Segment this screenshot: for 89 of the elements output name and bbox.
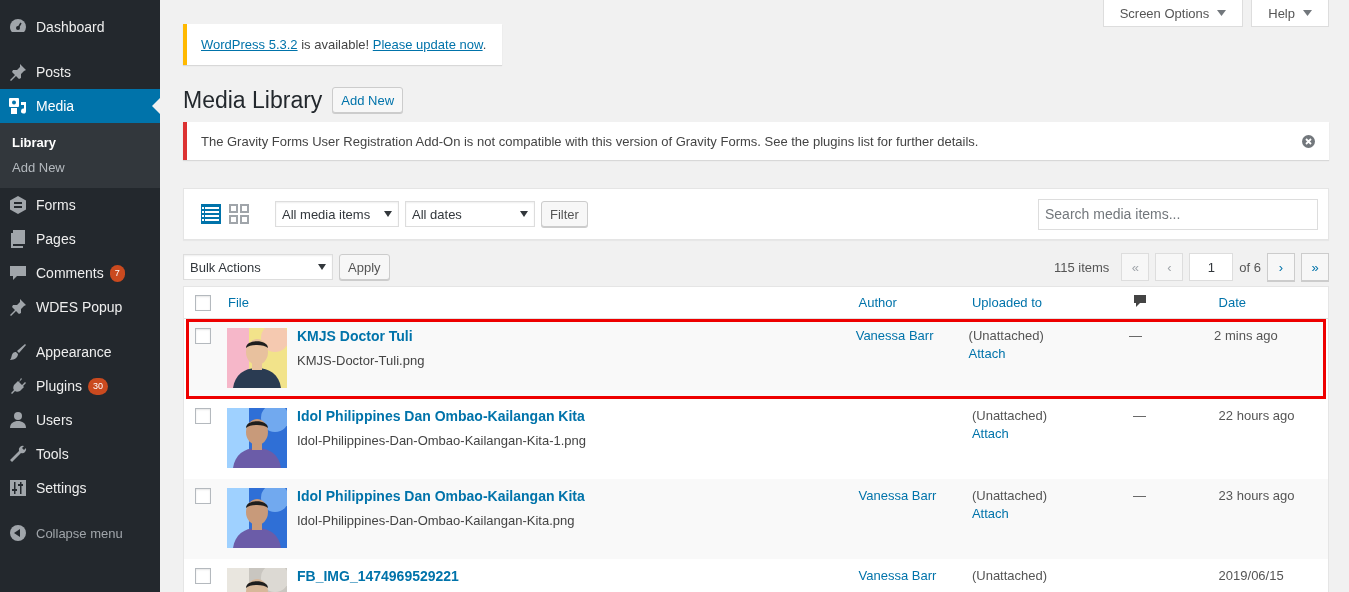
attach-link[interactable]: Attach <box>968 346 1129 361</box>
sidebar-item[interactable]: Tools <box>0 437 160 471</box>
media-title-link[interactable]: KMJS Doctor Tuli <box>297 328 425 344</box>
collapse-menu[interactable]: Collapse menu <box>0 516 160 550</box>
pushpin-icon <box>8 297 28 317</box>
grid-view-icon[interactable] <box>229 204 249 224</box>
comment-count: — <box>1133 488 1147 503</box>
page-total: of 6 <box>1239 259 1261 275</box>
sidebar-item[interactable]: Users <box>0 403 160 437</box>
attach-link[interactable]: Attach <box>971 426 1134 441</box>
page-title: Media Library <box>183 86 323 114</box>
sidebar-item[interactable]: Settings <box>0 471 160 505</box>
sliders-icon <box>8 478 28 498</box>
comment-count: — <box>1133 408 1147 423</box>
notice-text: The Gravity Forms User Registration Add-On is not compatible with this version of Gravity Forms. See the plugins list for further details. <box>201 133 979 149</box>
upload-date: 2019/06/15 <box>1218 568 1284 583</box>
submenu-item[interactable]: Library <box>0 130 160 155</box>
caret-icon <box>1303 10 1312 16</box>
item-count: 115 items <box>1053 259 1110 275</box>
checkbox[interactable] <box>195 294 211 311</box>
collapse-icon <box>8 523 28 543</box>
caret-icon <box>520 211 528 217</box>
author-link[interactable]: Vanessa Barr <box>858 488 937 503</box>
comment-icon <box>1133 294 1148 308</box>
search-field[interactable]: Search media items... <box>1038 198 1318 230</box>
column-header[interactable]: File <box>228 295 249 310</box>
apply-button[interactable]: Apply <box>339 254 390 280</box>
media-title-link[interactable]: Idol Philippines Dan Ombao-Kailangan Kita <box>297 488 585 504</box>
sidebar-item[interactable]: Pages <box>0 222 160 256</box>
column-header[interactable]: Date <box>1218 295 1247 310</box>
author-link[interactable]: Vanessa Barr <box>858 568 937 583</box>
person-icon <box>8 410 28 430</box>
speech-bubble-icon <box>8 263 28 283</box>
sidebar-item[interactable]: Forms <box>0 188 160 222</box>
upload-date: 2 mins ago <box>1214 328 1278 343</box>
column-header[interactable]: Uploaded to <box>971 295 1043 310</box>
page-number-field[interactable]: 1 <box>1189 253 1234 281</box>
sidebar-item[interactable]: Media <box>0 89 160 123</box>
filter-button[interactable]: Filter <box>541 201 588 227</box>
pushpin-icon <box>8 62 28 82</box>
attach-link[interactable]: Attach <box>971 506 1134 521</box>
sidebar-item[interactable]: Posts <box>0 55 160 89</box>
wrench-icon <box>8 444 28 464</box>
screen-meta-tab[interactable]: Screen Options <box>1102 0 1244 27</box>
filter-dropdown[interactable]: All dates <box>405 201 535 227</box>
attachment-status: (Unattached) <box>971 568 1049 583</box>
attachment-status: (Unattached) <box>971 488 1049 503</box>
file-name: Idol-Philippines-Dan-Ombao-Kailangan-Kita-1.png <box>297 433 587 448</box>
add-new-button[interactable]: Add New <box>332 87 404 113</box>
notice-text: WordPress 5.3.2 is available! Please update now. <box>201 37 487 52</box>
sidebar-item[interactable]: Comments 7 <box>0 256 160 290</box>
author-link[interactable]: Vanessa Barr <box>855 328 934 343</box>
list-view-icon[interactable] <box>201 204 221 224</box>
count-badge: 30 <box>87 377 108 395</box>
checkbox[interactable] <box>195 408 211 424</box>
media-icon <box>8 96 28 116</box>
caret-icon <box>318 264 326 270</box>
sidebar-item[interactable]: Appearance <box>0 335 160 369</box>
caret-icon <box>1217 10 1227 16</box>
upload-date: 23 hours ago <box>1218 488 1295 503</box>
close-icon <box>1302 134 1315 148</box>
upload-date: 22 hours ago <box>1218 408 1295 423</box>
version-link[interactable]: WordPress 5.3.2 <box>201 37 298 52</box>
screen-meta-tab[interactable]: Help <box>1251 0 1329 27</box>
caret-icon <box>384 211 392 217</box>
attachment-status: (Unattached) <box>968 328 1045 343</box>
checkbox[interactable] <box>195 488 211 504</box>
checkbox[interactable] <box>195 328 211 344</box>
form-icon <box>8 195 28 215</box>
media-title-link[interactable]: Idol Philippines Dan Ombao-Kailangan Kita <box>297 408 587 424</box>
bulk-actions-dropdown[interactable]: Bulk Actions <box>183 254 333 280</box>
pagination-button[interactable]: » <box>1301 253 1329 281</box>
sidebar-item[interactable]: WDES Popup <box>0 290 160 324</box>
comment-count: — <box>1128 328 1142 343</box>
column-header[interactable]: Author <box>858 295 897 310</box>
update-link[interactable]: Please update now <box>372 37 483 52</box>
attachment-status: (Unattached) <box>971 408 1049 423</box>
paintbrush-icon <box>8 342 28 362</box>
filter-dropdown[interactable]: All media items <box>275 201 399 227</box>
media-title-link[interactable]: FB_IMG_1474969529221 <box>297 568 459 584</box>
file-name: Idol-Philippines-Dan-Ombao-Kailangan-Kita.png <box>297 513 576 528</box>
file-name: KMJS-Doctor-Tuli.png <box>297 353 425 368</box>
count-badge: 7 <box>109 264 125 282</box>
sidebar-item[interactable]: Plugins 30 <box>0 369 160 403</box>
checkbox[interactable] <box>195 568 211 584</box>
pages-icon <box>8 229 28 249</box>
pagination-button[interactable]: › <box>1267 253 1295 281</box>
sidebar-item[interactable]: Dashboard <box>0 10 160 44</box>
submenu-item[interactable]: Add New <box>0 155 160 180</box>
